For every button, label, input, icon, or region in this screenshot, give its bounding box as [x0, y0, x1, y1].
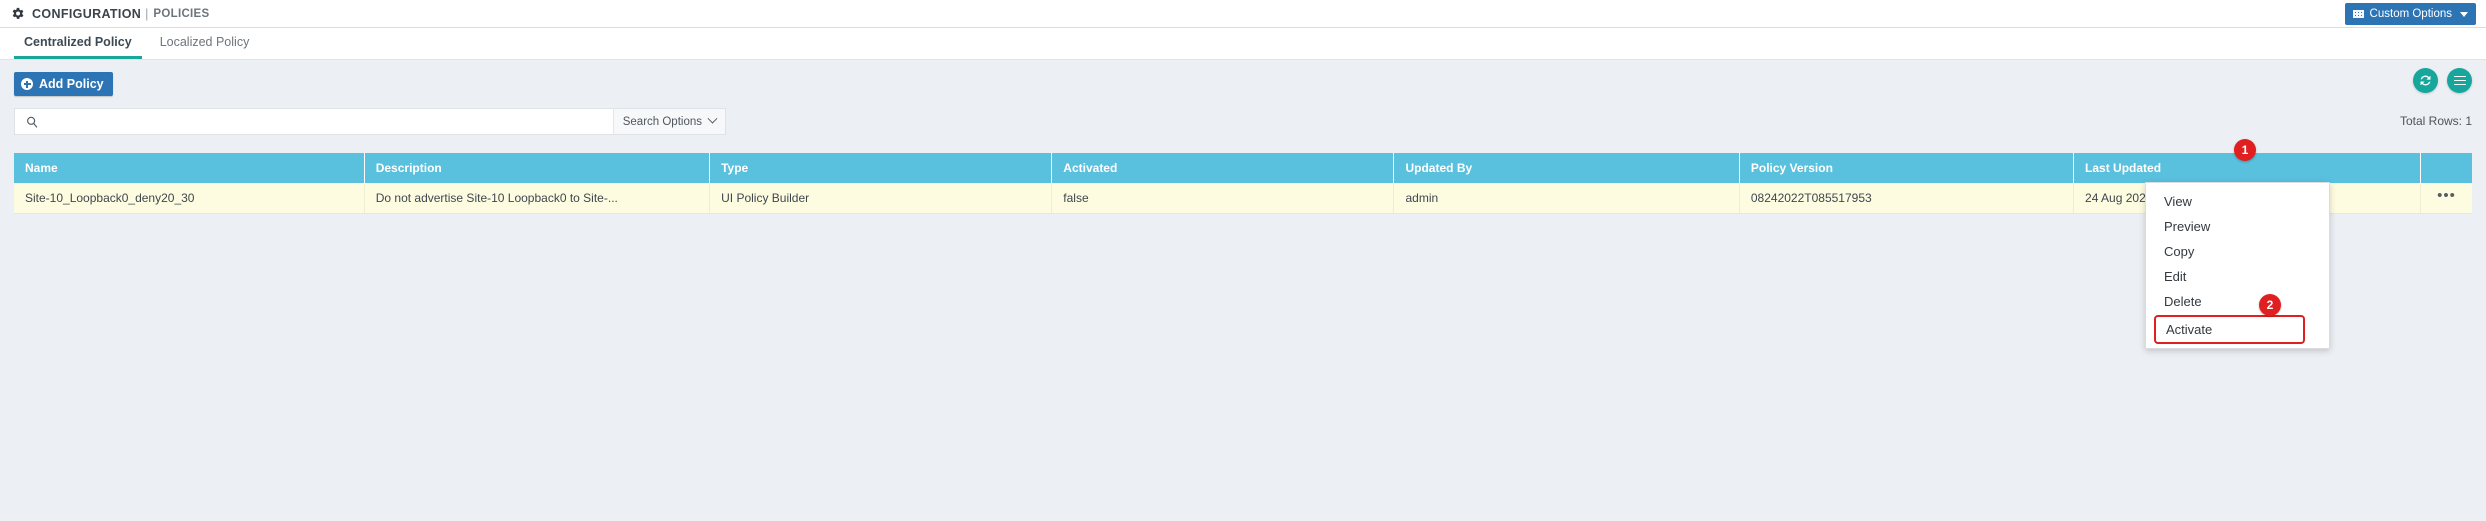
policies-table: Name Description Type Activated Updated … — [14, 153, 2472, 214]
search-input[interactable] — [47, 109, 613, 134]
app-header: CONFIGURATION | POLICIES Custom Options — [0, 0, 2486, 28]
hamburger-icon — [2454, 73, 2466, 87]
breadcrumb-main: CONFIGURATION — [32, 7, 141, 21]
callout-badge-1: 1 — [2234, 139, 2256, 161]
column-header-updated-by[interactable]: Updated By — [1394, 153, 1739, 183]
search-icon — [25, 115, 39, 129]
cell-row-actions[interactable]: ••• — [2421, 183, 2472, 213]
plus-circle-icon — [21, 78, 33, 90]
total-rows-label: Total Rows: 1 — [2400, 114, 2472, 128]
custom-options-label: Custom Options — [2370, 8, 2452, 20]
row-context-menu: View Preview Copy Edit Delete Activate — [2145, 182, 2330, 349]
table-action-buttons — [2413, 68, 2472, 93]
chevron-down-icon — [708, 114, 718, 124]
search-row: Search Options Total Rows: 1 — [14, 108, 2472, 142]
column-header-name[interactable]: Name — [14, 153, 364, 183]
add-policy-label: Add Policy — [39, 77, 104, 91]
column-header-type[interactable]: Type — [710, 153, 1052, 183]
column-header-activated[interactable]: Activated — [1052, 153, 1394, 183]
custom-options-button[interactable]: Custom Options — [2345, 3, 2476, 25]
context-menu-item-preview[interactable]: Preview — [2146, 214, 2329, 239]
context-menu-item-activate[interactable]: Activate — [2154, 315, 2305, 344]
toolbar: Add Policy — [14, 60, 2472, 108]
chevron-down-icon — [2460, 12, 2468, 17]
table-header-row: Name Description Type Activated Updated … — [14, 153, 2472, 183]
context-menu-item-copy[interactable]: Copy — [2146, 239, 2329, 264]
context-menu-item-view[interactable]: View — [2146, 189, 2329, 214]
cell-name: Site-10_Loopback0_deny20_30 — [14, 183, 364, 213]
main-content: Add Policy — [0, 60, 2486, 214]
cell-description: Do not advertise Site-10 Loopback0 to Si… — [364, 183, 709, 213]
table-menu-button[interactable] — [2447, 68, 2472, 93]
context-menu-item-edit[interactable]: Edit — [2146, 264, 2329, 289]
context-menu-item-delete[interactable]: Delete — [2146, 289, 2329, 314]
gear-icon — [10, 6, 25, 21]
table-row[interactable]: Site-10_Loopback0_deny20_30 Do not adver… — [14, 183, 2472, 213]
policies-table-wrapper: Name Description Type Activated Updated … — [14, 153, 2472, 214]
tab-localized-policy[interactable]: Localized Policy — [150, 28, 260, 59]
grid-icon — [2353, 10, 2364, 18]
tab-bar: Centralized Policy Localized Policy — [0, 28, 2486, 60]
search-options-dropdown[interactable]: Search Options — [613, 109, 725, 134]
tab-label: Centralized Policy — [24, 35, 132, 49]
refresh-button[interactable] — [2413, 68, 2438, 93]
column-header-policy-version[interactable]: Policy Version — [1739, 153, 2073, 183]
add-policy-button[interactable]: Add Policy — [14, 72, 113, 96]
tab-centralized-policy[interactable]: Centralized Policy — [14, 28, 142, 59]
ellipsis-icon[interactable]: ••• — [2437, 191, 2456, 201]
cell-updated-by: admin — [1394, 183, 1739, 213]
cell-type: UI Policy Builder — [710, 183, 1052, 213]
search-options-label: Search Options — [623, 116, 702, 128]
table-head: Name Description Type Activated Updated … — [14, 153, 2472, 183]
column-header-description[interactable]: Description — [364, 153, 709, 183]
breadcrumb-separator: | — [145, 7, 148, 21]
search-box[interactable]: Search Options — [14, 108, 726, 135]
refresh-icon — [2418, 73, 2433, 88]
tab-label: Localized Policy — [160, 35, 250, 49]
callout-badge-2: 2 — [2259, 294, 2281, 316]
column-header-actions — [2421, 153, 2472, 183]
breadcrumb-sub: POLICIES — [153, 8, 209, 20]
table-body: Site-10_Loopback0_deny20_30 Do not adver… — [14, 183, 2472, 213]
cell-activated: false — [1052, 183, 1394, 213]
cell-policy-version: 08242022T085517953 — [1739, 183, 2073, 213]
